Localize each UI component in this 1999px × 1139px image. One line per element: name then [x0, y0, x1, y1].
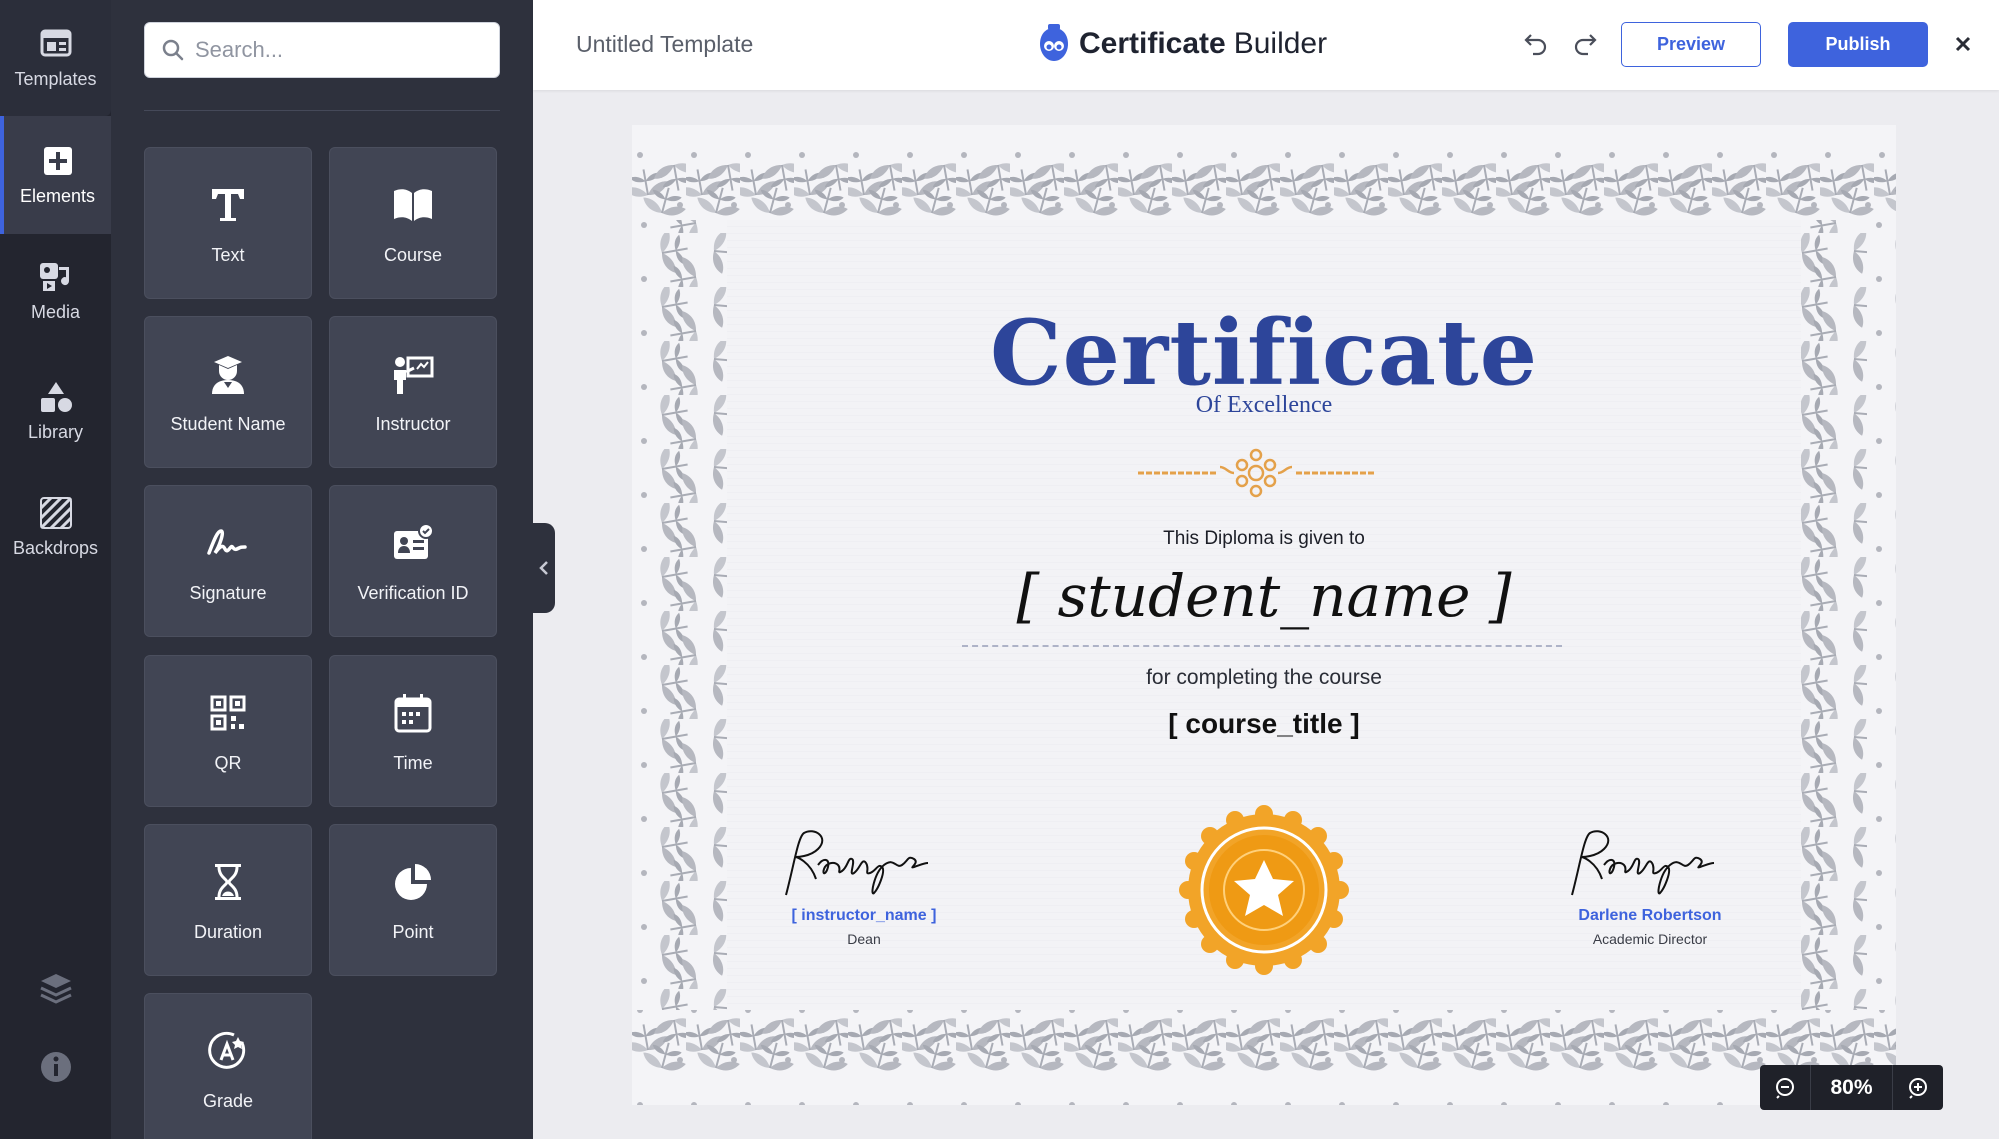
element-tile-student-name[interactable]: Student Name — [144, 316, 312, 468]
zoom-in-icon — [1909, 1077, 1927, 1099]
book-icon — [389, 181, 437, 229]
zoom-out-button[interactable] — [1760, 1065, 1810, 1110]
tile-label: Duration — [193, 921, 263, 942]
element-tile-qr[interactable]: QR — [144, 655, 312, 807]
preview-button[interactable]: Preview — [1621, 22, 1761, 67]
rail-item-media[interactable]: Media — [0, 234, 111, 348]
info-button[interactable] — [0, 1050, 111, 1084]
templates-icon — [39, 27, 73, 61]
top-bar: Untitled Template Certificate Builder Pr… — [533, 0, 1999, 90]
tile-label: Point — [392, 921, 434, 942]
tile-label: Time — [393, 752, 433, 773]
undo-button[interactable] — [1518, 26, 1554, 62]
zoom-out-icon — [1776, 1077, 1794, 1099]
brand-subtitle: Builder — [1233, 27, 1328, 60]
brand-logo-icon — [1040, 24, 1068, 61]
search-icon — [162, 39, 184, 61]
element-tile-instructor[interactable]: Instructor — [329, 316, 497, 468]
element-tile-point[interactable]: Point — [329, 824, 497, 976]
panel-divider — [144, 110, 500, 111]
verification-id-icon — [389, 519, 437, 567]
shapes-icon — [39, 380, 73, 414]
element-tile-time[interactable]: Time — [329, 655, 497, 807]
zoom-control: 80% — [1760, 1065, 1943, 1110]
tile-label: Instructor — [375, 413, 451, 434]
plus-square-icon — [41, 144, 75, 178]
element-tile-grade[interactable]: Grade — [144, 993, 312, 1139]
brand-title: Certificate — [1079, 27, 1226, 60]
tile-label: Signature — [189, 582, 267, 603]
element-tile-duration[interactable]: Duration — [144, 824, 312, 976]
certificate-for-text[interactable]: for completing the course — [632, 666, 1896, 690]
student-name-placeholder[interactable]: [ student_name ] — [632, 562, 1896, 630]
left-signer-role[interactable]: Dean — [734, 931, 994, 947]
element-tile-verification-id[interactable]: Verification ID — [329, 485, 497, 637]
certificate-canvas[interactable]: Certificate Of Excellence This Diploma i… — [632, 125, 1896, 1105]
zoom-in-button[interactable] — [1893, 1065, 1943, 1110]
element-tile-course[interactable]: Course — [329, 147, 497, 299]
elements-panel: Text Course Student Name Instructor Sign… — [111, 0, 533, 1139]
signature-image — [785, 830, 929, 896]
grade-icon — [204, 1027, 252, 1075]
brand: Certificate Builder — [1037, 24, 1327, 64]
right-signer-name[interactable]: Darlene Robertson — [1520, 907, 1780, 925]
signature-image — [1571, 830, 1715, 896]
redo-button[interactable] — [1567, 26, 1603, 62]
rail-label-media: Media — [30, 301, 81, 322]
rail-label-elements: Elements — [19, 185, 96, 206]
publish-button[interactable]: Publish — [1788, 22, 1928, 67]
undo-icon — [1524, 34, 1547, 56]
rail-item-elements[interactable]: Elements — [0, 116, 111, 234]
media-icon — [39, 260, 73, 294]
collapse-panel-button[interactable] — [533, 523, 555, 613]
certificate-title[interactable]: Certificate — [632, 300, 1896, 406]
calendar-icon — [389, 689, 437, 737]
name-underline — [962, 645, 1562, 647]
rail-label-library: Library — [27, 421, 84, 442]
search-input[interactable] — [195, 37, 485, 63]
hourglass-icon — [204, 858, 252, 906]
medal-icon — [1179, 805, 1349, 975]
tile-label: Student Name — [170, 413, 286, 434]
signature-icon — [204, 519, 252, 567]
element-tile-signature[interactable]: Signature — [144, 485, 312, 637]
chevron-left-icon — [539, 561, 548, 575]
right-signature-block[interactable]: Darlene Robertson Academic Director — [1520, 825, 1780, 947]
ornament-divider — [1138, 448, 1374, 498]
rail-item-backdrops[interactable]: Backdrops — [0, 470, 111, 584]
instructor-icon — [389, 350, 437, 398]
tile-label: Verification ID — [357, 582, 469, 603]
template-name[interactable]: Untitled Template — [576, 31, 753, 58]
rail-item-templates[interactable]: Templates — [0, 0, 111, 116]
certificate-subtitle[interactable]: Of Excellence — [632, 392, 1896, 419]
close-icon — [1955, 36, 1971, 52]
tile-label: Text — [211, 244, 245, 265]
certificate-given-to[interactable]: This Diploma is given to — [632, 528, 1896, 550]
rail-label-backdrops: Backdrops — [12, 537, 99, 558]
left-rail: Templates Elements Media Library Backdro… — [0, 0, 111, 1139]
tile-label: Grade — [202, 1090, 254, 1111]
left-signer-name[interactable]: [ instructor_name ] — [734, 907, 994, 925]
search-box[interactable] — [144, 22, 500, 78]
zoom-level: 80% — [1810, 1065, 1893, 1110]
right-signer-role[interactable]: Academic Director — [1520, 931, 1780, 947]
course-title-placeholder[interactable]: [ course_title ] — [632, 708, 1896, 740]
student-icon — [204, 350, 252, 398]
rail-label-templates: Templates — [14, 68, 97, 89]
rail-item-library[interactable]: Library — [0, 354, 111, 468]
element-tile-text[interactable]: Text — [144, 147, 312, 299]
backdrops-icon — [39, 496, 73, 530]
text-icon — [204, 181, 252, 229]
close-button[interactable] — [1945, 26, 1981, 62]
redo-icon — [1574, 34, 1597, 56]
pie-icon — [389, 858, 437, 906]
tile-label: Course — [383, 244, 443, 265]
layers-icon — [39, 974, 72, 1004]
qr-icon — [204, 689, 252, 737]
info-icon — [40, 1052, 71, 1082]
left-signature-block[interactable]: [ instructor_name ] Dean — [734, 825, 994, 947]
tile-label: QR — [214, 752, 242, 773]
layers-button[interactable] — [0, 972, 111, 1004]
